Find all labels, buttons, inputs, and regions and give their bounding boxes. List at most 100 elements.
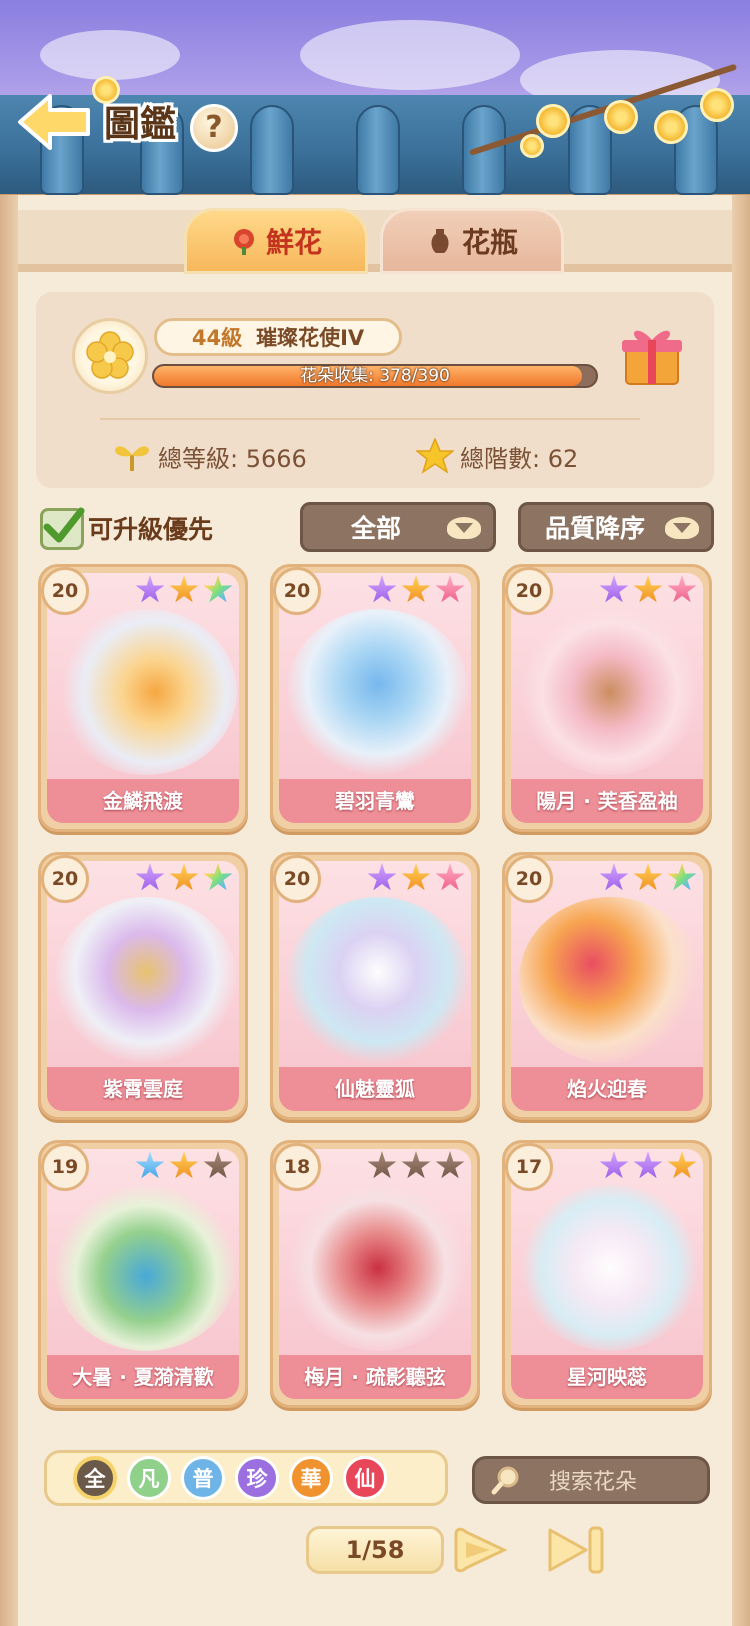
total-stars-stat: 總階數: 62 (416, 434, 578, 478)
star-icon (401, 575, 431, 603)
sprout-icon (115, 446, 149, 471)
card-level-badge: 20 (41, 855, 89, 903)
card-art-peony (519, 1185, 701, 1351)
card-level-badge: 17 (505, 1143, 553, 1191)
tab-flowers[interactable]: 鮮花 (184, 208, 368, 274)
star-icon (169, 575, 199, 603)
sort-dropdown-value: 品質降序 (545, 514, 646, 543)
roof-tile (356, 105, 400, 195)
upgrade-first-checkbox[interactable] (40, 507, 85, 550)
card-stars (367, 863, 465, 893)
checkmark-icon (43, 507, 85, 543)
star-icon (169, 863, 199, 891)
total-level-text: 總等級: 5666 (158, 444, 307, 473)
star-icon (401, 1151, 431, 1179)
star-icon (135, 863, 165, 891)
star-icon (435, 575, 465, 603)
star-icon (435, 1151, 465, 1179)
star-icon (416, 438, 454, 474)
help-button[interactable]: ? (190, 104, 238, 152)
frame-pillar-right (732, 195, 750, 1626)
blossom-icon (654, 110, 688, 144)
rank-title: 璀璨花使IV (256, 326, 365, 350)
star-icon (367, 1151, 397, 1179)
upgrade-first-label[interactable]: 可升級優先 (88, 510, 213, 550)
star-icon (633, 575, 663, 603)
star-icon (203, 575, 233, 603)
cloud (300, 20, 520, 90)
card-name: 碧羽青鸞 (279, 779, 471, 823)
flower-card[interactable]: 焰火迎春 20 (502, 852, 712, 1120)
card-stars (135, 863, 233, 893)
card-level-badge: 20 (41, 567, 89, 615)
card-level-badge: 20 (505, 855, 553, 903)
card-name: 紫霄雲庭 (47, 1067, 239, 1111)
card-level-badge: 18 (273, 1143, 321, 1191)
card-art-summer (55, 1185, 237, 1351)
card-level-badge: 19 (41, 1143, 89, 1191)
search-input[interactable]: 搜索花朵 (472, 1456, 710, 1504)
star-icon (633, 863, 663, 891)
next-page-button[interactable] (450, 1522, 514, 1578)
blossom-icon (700, 88, 734, 122)
flower-card[interactable]: 大暑 · 夏漪清歡 19 (38, 1140, 248, 1408)
flower-card[interactable]: 仙魅靈狐 20 (270, 852, 480, 1120)
summary-divider (100, 418, 640, 420)
level-pill: 44級 璀璨花使IV (154, 318, 402, 356)
roof-tile (250, 105, 294, 195)
card-name: 梅月 · 疏影聽弦 (279, 1355, 471, 1399)
vase-icon (431, 229, 449, 253)
flower-card[interactable]: 紫霄雲庭 20 (38, 852, 248, 1120)
card-name: 仙魅靈狐 (279, 1067, 471, 1111)
star-icon (367, 575, 397, 603)
rarity-filter-immortal[interactable]: 仙 (343, 1456, 387, 1500)
card-name: 金鱗飛渡 (47, 779, 239, 823)
rarity-filter-common[interactable]: 凡 (127, 1456, 171, 1500)
category-dropdown[interactable]: 全部 (300, 502, 496, 552)
tab-vases[interactable]: 花瓶 (380, 208, 564, 274)
collection-progress-text: 花朵收集: 378/390 (300, 366, 450, 386)
chevron-down-icon (665, 517, 699, 539)
rarity-filter-normal[interactable]: 普 (181, 1456, 225, 1500)
rarity-filter-rare[interactable]: 珍 (235, 1456, 279, 1500)
back-button[interactable] (14, 90, 94, 154)
rarity-filter-all[interactable]: 全 (73, 1456, 117, 1500)
flower-card[interactable]: 碧羽青鸞 20 (270, 564, 480, 832)
flower-card[interactable]: 金鱗飛渡 20 (38, 564, 248, 832)
gift-button[interactable] (616, 318, 688, 390)
tab-rail (18, 210, 732, 272)
card-level-badge: 20 (273, 855, 321, 903)
total-level-stat: 總等級: 5666 (112, 434, 307, 478)
star-icon (667, 863, 697, 891)
tab-flowers-label: 鮮花 (265, 226, 322, 259)
last-page-button[interactable] (546, 1522, 610, 1578)
flower-card[interactable]: 陽月 · 芙香盈袖 20 (502, 564, 712, 832)
rarity-filter-bar: 全 凡 普 珍 華 仙 (44, 1450, 448, 1506)
star-icon (135, 1151, 165, 1179)
blossom-icon (536, 104, 570, 138)
card-art-lion (519, 897, 701, 1063)
flower-card[interactable]: 梅月 · 疏影聽弦 18 (270, 1140, 480, 1408)
star-icon (633, 1151, 663, 1179)
star-icon (135, 575, 165, 603)
cloud (40, 30, 180, 80)
card-name: 星河映蕊 (511, 1355, 703, 1399)
card-art-phoenix (287, 609, 469, 775)
card-name: 陽月 · 芙香盈袖 (511, 779, 703, 823)
card-art-fox (287, 897, 469, 1063)
card-art-koi (55, 609, 237, 775)
rarity-filter-splendid[interactable]: 華 (289, 1456, 333, 1500)
level-medal (72, 318, 148, 394)
sort-dropdown[interactable]: 品質降序 (518, 502, 714, 552)
star-icon (401, 863, 431, 891)
card-stars (135, 575, 233, 605)
page-title: 圖鑑 (104, 104, 177, 145)
star-icon (435, 863, 465, 891)
back-arrow-icon (18, 94, 90, 150)
card-art-plum (287, 1185, 469, 1351)
gift-box-icon (622, 330, 682, 385)
rose-icon (233, 229, 254, 255)
total-stars-text: 總階數: 62 (460, 444, 579, 473)
flower-card[interactable]: 星河映蕊 17 (502, 1140, 712, 1408)
card-level-badge: 20 (273, 567, 321, 615)
